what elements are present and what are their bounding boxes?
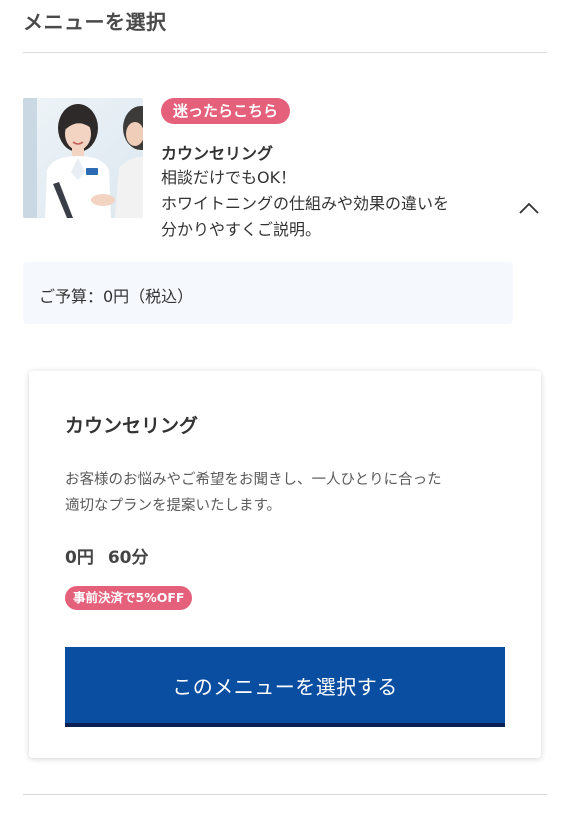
menu-item-description-line: 相談だけでもOK！ <box>161 168 297 187</box>
menu-item-description: 相談だけでもOK！ ホワイトニングの仕組みや効果の違いを 分かりやすくご説明。 <box>161 165 501 243</box>
menu-item-name: カウンセリング <box>161 144 274 163</box>
card-description-line: お客様のお悩みやご希望をお聞きし、一人ひとりに合った <box>65 472 442 488</box>
divider <box>23 52 547 53</box>
card-description-line: 適切なプランを提案いたします。 <box>65 498 282 514</box>
budget-text: ご予算：0円（税込） <box>39 287 194 306</box>
menu-detail-card: カウンセリング お客様のお悩みやご希望をお聞きし、一人ひとりに合った 適切なプラ… <box>29 371 541 758</box>
chevron-up-icon[interactable] <box>517 198 541 218</box>
duration: 60分 <box>107 548 149 568</box>
discount-badge: 事前決済で5%OFF <box>65 586 193 610</box>
select-menu-button[interactable]: このメニューを選択する <box>65 647 505 727</box>
menu-item-description-line: 分かりやすくご説明。 <box>161 220 322 239</box>
section-title: メニューを選択 <box>23 10 167 34</box>
budget-box: ご予算：0円（税込） <box>23 262 513 324</box>
recommend-badge: 迷ったらこちら <box>161 98 291 124</box>
menu-thumbnail-image <box>23 98 143 218</box>
divider <box>23 794 547 795</box>
price: 0円 <box>65 548 94 568</box>
card-description: お客様のお悩みやご希望をお聞きし、一人ひとりに合った 適切なプランを提案いたしま… <box>65 467 515 519</box>
price-info: 0円 60分 <box>65 543 149 568</box>
menu-item-header[interactable]: 迷ったらこちら カウンセリング 相談だけでもOK！ ホワイトニングの仕組みや効果… <box>23 98 547 248</box>
card-title: カウンセリング <box>65 415 199 437</box>
menu-item-description-line: ホワイトニングの仕組みや効果の違いを <box>161 194 450 213</box>
